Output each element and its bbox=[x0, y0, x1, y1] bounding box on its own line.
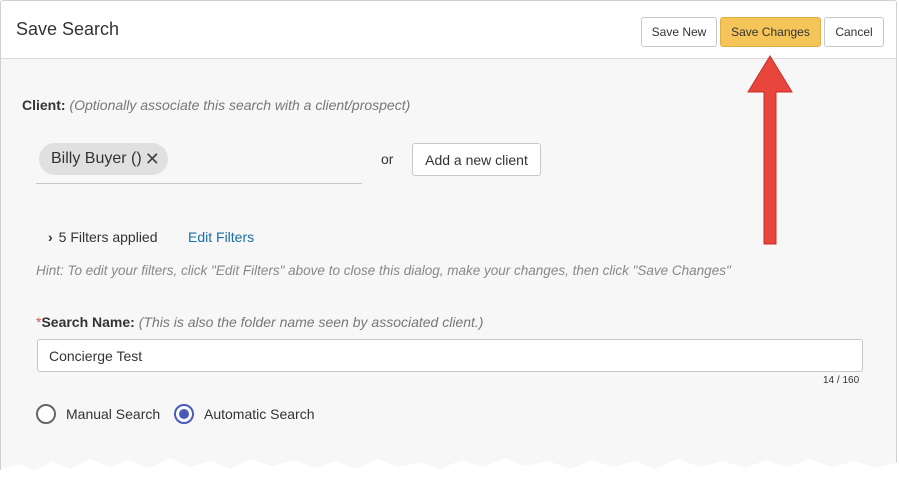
close-icon[interactable]: ✕ bbox=[145, 150, 160, 168]
character-counter: 14 / 160 bbox=[823, 375, 860, 386]
search-name-label: *Search Name: (This is also the folder n… bbox=[36, 314, 483, 330]
client-chip-field[interactable]: Billy Buyer () ✕ bbox=[36, 141, 362, 184]
client-chip-label: Billy Buyer () bbox=[51, 150, 142, 167]
save-new-button[interactable]: Save New bbox=[641, 17, 717, 47]
client-chip: Billy Buyer () ✕ bbox=[39, 143, 168, 175]
filters-toggle[interactable]: › 5 Filters applied bbox=[48, 229, 158, 245]
radio-button-checked[interactable] bbox=[174, 404, 194, 424]
edit-filters-link[interactable]: Edit Filters bbox=[188, 229, 254, 245]
save-changes-button[interactable]: Save Changes bbox=[720, 17, 821, 47]
search-name-input[interactable] bbox=[37, 339, 863, 372]
client-label-text: Client: bbox=[22, 97, 66, 113]
dialog-title: Save Search bbox=[16, 19, 120, 39]
search-name-label-text: Search Name: bbox=[41, 314, 135, 330]
filters-hint: Hint: To edit your filters, click "Edit … bbox=[36, 263, 731, 278]
dialog-header: Save Search Save New Save Changes Cancel bbox=[1, 1, 896, 59]
filters-summary: 5 Filters applied bbox=[58, 229, 158, 245]
radio-button-unchecked[interactable] bbox=[36, 404, 56, 424]
annotation-arrow-icon bbox=[747, 55, 793, 245]
or-separator: or bbox=[381, 151, 394, 167]
chevron-right-icon: › bbox=[48, 229, 53, 245]
client-label: Client: (Optionally associate this searc… bbox=[22, 97, 410, 113]
search-name-hint: (This is also the folder name seen by as… bbox=[138, 314, 484, 330]
cancel-button[interactable]: Cancel bbox=[824, 17, 884, 47]
automatic-search-label: Automatic Search bbox=[204, 406, 315, 422]
torn-edge-decoration bbox=[0, 458, 899, 490]
add-new-client-button[interactable]: Add a new client bbox=[412, 143, 541, 176]
automatic-search-radio[interactable]: Automatic Search bbox=[174, 404, 315, 424]
client-hint: (Optionally associate this search with a… bbox=[69, 97, 411, 113]
manual-search-label: Manual Search bbox=[66, 406, 161, 422]
manual-search-radio[interactable]: Manual Search bbox=[36, 404, 160, 424]
